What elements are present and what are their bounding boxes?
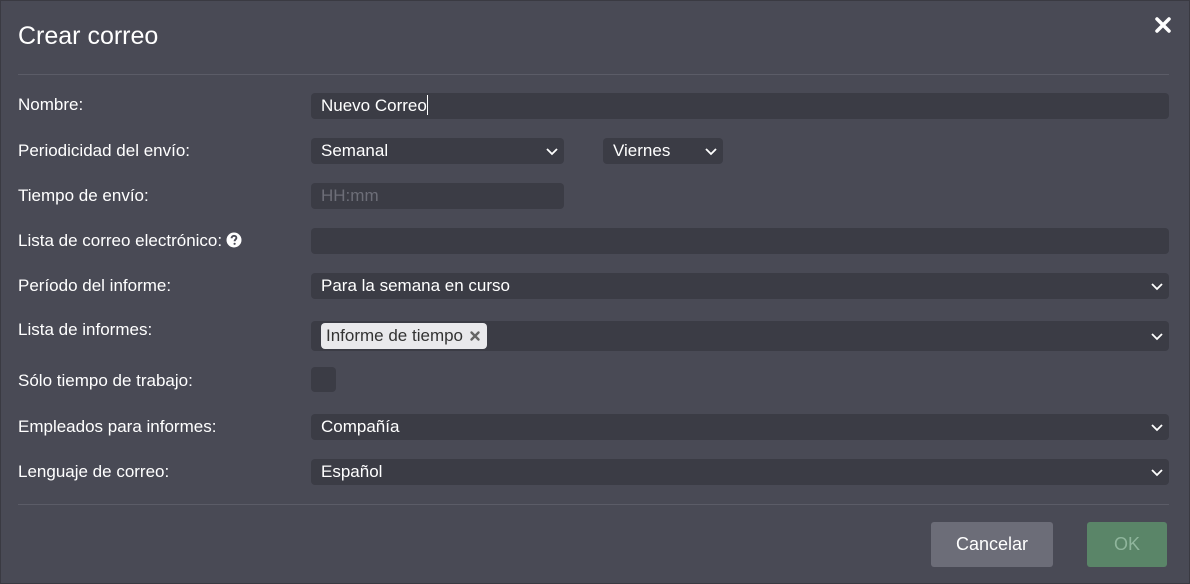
weekday-select[interactable]: Viernes bbox=[603, 138, 723, 164]
employees-value: Compañía bbox=[321, 417, 400, 436]
employees-select[interactable]: Compañía bbox=[311, 414, 1169, 440]
ok-button[interactable]: OK bbox=[1087, 522, 1167, 567]
report-list-multiselect[interactable]: Informe de tiempo bbox=[311, 321, 1169, 351]
report-list-label: Lista de informes: bbox=[18, 320, 153, 339]
remove-tag-icon[interactable] bbox=[469, 330, 481, 342]
create-email-dialog: Crear correo Nombre: Nuevo Correo Period… bbox=[0, 0, 1190, 584]
name-label: Nombre: bbox=[18, 95, 84, 114]
frequency-value: Semanal bbox=[321, 141, 389, 160]
work-time-only-checkbox[interactable] bbox=[311, 367, 336, 392]
send-time-input[interactable]: HH:mm bbox=[311, 183, 564, 209]
weekday-value: Viernes bbox=[613, 141, 671, 160]
report-period-select[interactable]: Para la semana en curso bbox=[311, 273, 1169, 299]
close-icon[interactable] bbox=[1153, 15, 1173, 35]
help-icon[interactable] bbox=[226, 232, 242, 248]
language-value: Español bbox=[321, 462, 383, 481]
chevron-down-icon bbox=[546, 148, 558, 156]
report-tag: Informe de tiempo bbox=[321, 323, 488, 349]
report-tag-label: Informe de tiempo bbox=[326, 326, 464, 345]
report-period-label: Período del informe: bbox=[18, 276, 172, 295]
frequency-select[interactable]: Semanal bbox=[311, 138, 564, 164]
language-select[interactable]: Español bbox=[311, 459, 1169, 485]
chevron-down-icon bbox=[1151, 283, 1163, 291]
name-input-value: Nuevo Correo bbox=[321, 96, 427, 115]
header-divider bbox=[18, 74, 1169, 75]
report-period-value: Para la semana en curso bbox=[321, 276, 510, 295]
send-time-placeholder: HH:mm bbox=[321, 186, 379, 205]
name-input[interactable]: Nuevo Correo bbox=[311, 93, 1169, 119]
footer-divider bbox=[18, 504, 1169, 505]
cancel-button[interactable]: Cancelar bbox=[931, 522, 1053, 567]
text-cursor bbox=[426, 95, 428, 115]
chevron-down-icon bbox=[1151, 424, 1163, 432]
chevron-down-icon bbox=[1151, 469, 1163, 477]
send-time-label: Tiempo de envío: bbox=[18, 186, 149, 205]
language-label: Lenguaje de correo: bbox=[18, 462, 170, 481]
employees-label: Empleados para informes: bbox=[18, 417, 217, 436]
dialog-title: Crear correo bbox=[18, 22, 159, 50]
email-list-input[interactable] bbox=[311, 228, 1169, 254]
email-list-label: Lista de correo electrónico: bbox=[18, 231, 242, 251]
email-list-label-text: Lista de correo electrónico: bbox=[18, 231, 223, 250]
work-time-only-label: Sólo tiempo de trabajo: bbox=[18, 371, 193, 390]
chevron-down-icon bbox=[1151, 333, 1163, 341]
frequency-label: Periodicidad del envío: bbox=[18, 141, 191, 160]
chevron-down-icon bbox=[705, 148, 717, 156]
